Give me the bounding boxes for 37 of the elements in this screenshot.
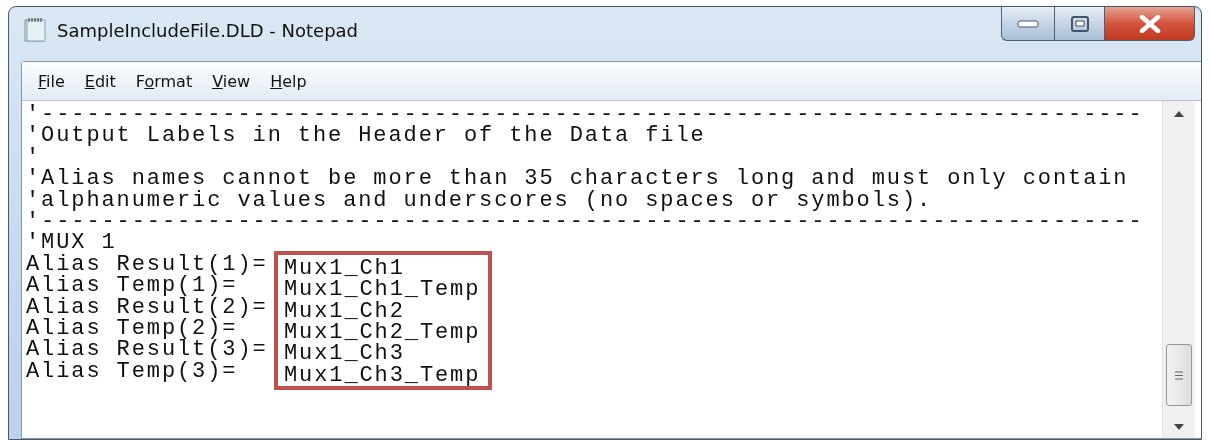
- menu-item[interactable]: Format: [127, 69, 201, 93]
- alias-value: Mux1_Ch3_Temp: [284, 364, 481, 387]
- code-line: 'Alias names cannot be more than 35 characters long and must only contain: [26, 168, 1130, 190]
- scroll-up-arrow-icon[interactable]: [1174, 111, 1184, 117]
- notepad-icon: [23, 17, 47, 43]
- menu-item[interactable]: View: [204, 69, 259, 93]
- alias-label: Alias Result(2)=: [26, 296, 269, 318]
- vertical-scrollbar[interactable]: [1162, 101, 1195, 438]
- menu-item[interactable]: Help: [262, 69, 315, 93]
- alias-value: Mux1_Ch2_Temp: [284, 321, 481, 344]
- maximize-button[interactable]: [1055, 7, 1105, 41]
- alias-label: Alias Temp(1)=: [26, 275, 238, 297]
- alias-value: Mux1_Ch1_Temp: [284, 279, 481, 301]
- code-line: 'MUX 1: [26, 232, 118, 254]
- alias-label: Alias Result(3)=: [26, 339, 269, 361]
- grip-icon: [1174, 370, 1184, 380]
- scroll-thumb[interactable]: [1166, 344, 1192, 406]
- alias-value: Mux1_Ch2: [284, 300, 405, 322]
- window-title: SampleIncludeFile.DLD - Notepad: [57, 19, 359, 41]
- alias-label: Alias Temp(3)=: [26, 360, 238, 383]
- code-line: '-------------------------------------------------------------------------: [26, 104, 1145, 126]
- menu-item[interactable]: File: [30, 69, 73, 93]
- minimize-icon: [1017, 19, 1039, 28]
- code-line: '-------------------------------------------------------------------------: [26, 210, 1145, 233]
- alias-label: Alias Temp(2)=: [26, 317, 238, 340]
- maximize-icon: [1070, 15, 1089, 32]
- close-button[interactable]: [1105, 7, 1195, 41]
- code-line: ': [26, 146, 42, 169]
- code-line: 'Output Labels in the Header of the Data file: [26, 125, 707, 147]
- alias-label: Alias Result(1)=: [26, 253, 269, 276]
- alias-value: Mux1_Ch1: [284, 257, 405, 280]
- menu-item[interactable]: Edit: [76, 69, 124, 93]
- minimize-button[interactable]: [1001, 7, 1055, 41]
- close-icon: [1138, 14, 1161, 33]
- scroll-down-arrow-icon[interactable]: [1174, 424, 1184, 430]
- code-line: 'alphanumeric values and underscores (no spaces or symbols).: [26, 189, 933, 211]
- alias-value: Mux1_Ch3: [284, 343, 405, 365]
